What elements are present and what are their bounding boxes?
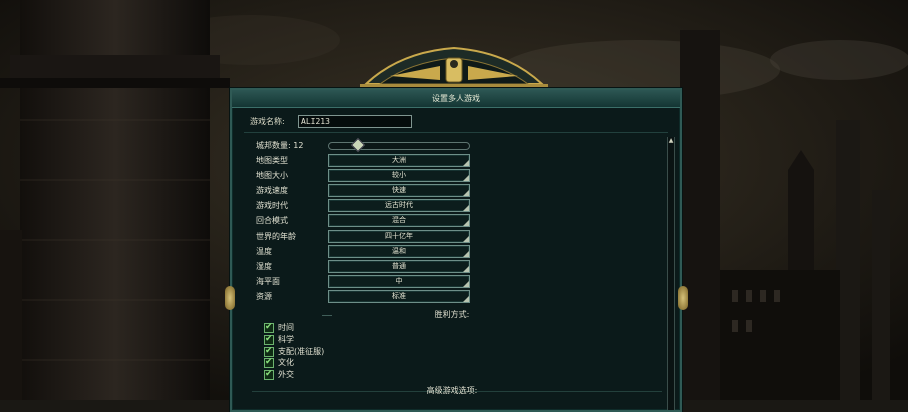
victory-label: 时间 (278, 323, 294, 332)
setting-dropdown[interactable]: 中 (328, 274, 470, 288)
panel-side-knob-right (678, 286, 688, 310)
setting-value: 普通 (392, 261, 406, 270)
checkmark-icon: ✔ (265, 345, 273, 356)
game-name-input[interactable]: ALI213 (298, 115, 412, 128)
victory-label: 外交 (278, 370, 294, 380)
dropdown-corner-icon (463, 265, 469, 272)
winged-emblem-ornament (360, 46, 548, 90)
dropdown-corner-icon (463, 235, 469, 242)
dialog-title: 设置多人游戏 (232, 90, 680, 108)
checkmark-icon: ✔ (265, 357, 273, 368)
dropdown-corner-icon (463, 205, 469, 212)
victory-conditions-header: 胜利方式: (434, 310, 470, 319)
victory-checkbox[interactable]: ✔ (264, 345, 274, 357)
panel-side-knob-left (225, 286, 235, 310)
dropdown-corner-icon (463, 190, 469, 197)
setting-value: 四十亿年 (385, 231, 413, 240)
setting-label: 温度 (256, 246, 272, 256)
setting-value: 中 (395, 276, 403, 285)
setting-dropdown[interactable]: 远古时代 (328, 199, 470, 213)
setting-label: 海平面 (256, 276, 280, 286)
dropdown-corner-icon (463, 160, 469, 166)
setting-value: 较小 (392, 171, 406, 180)
victory-checkbox[interactable]: ✔ (264, 333, 274, 345)
checkmark-icon: ✔ (265, 322, 273, 332)
setting-dropdown[interactable]: 大洲 (328, 154, 470, 167)
slider-thumb[interactable] (350, 137, 366, 153)
setting-dropdown[interactable]: 普通 (328, 259, 470, 273)
victory-label: 科学 (278, 334, 294, 344)
setting-label: 回合模式 (256, 216, 288, 226)
setting-dropdown[interactable]: 温和 (328, 244, 470, 258)
setting-dropdown[interactable]: 混合 (328, 214, 470, 228)
scrollbar[interactable]: ▲ (667, 137, 675, 410)
scroll-up-arrow-icon[interactable]: ▲ (667, 137, 675, 145)
setting-label: 湿度 (256, 261, 272, 271)
dropdown-corner-icon (463, 295, 469, 302)
victory-label: 支配(准征服) (278, 346, 325, 356)
setting-value: 远古时代 (385, 201, 413, 210)
civ-count-slider[interactable] (328, 137, 470, 153)
setting-label: 世界的年龄 (256, 231, 296, 241)
multiplayer-setup-dialog: 设置多人游戏 游戏名称: ALI213 ▲ 城邦数量: 12 地图类型 大洲地图大… (230, 88, 682, 412)
setting-value: 大洲 (392, 156, 406, 164)
setting-label: 资源 (256, 291, 272, 301)
checkmark-icon: ✔ (265, 369, 273, 380)
checkmark-icon: ✔ (265, 333, 273, 344)
victory-label: 文化 (278, 358, 294, 368)
setting-value: 混合 (392, 216, 406, 225)
dropdown-corner-icon (463, 220, 469, 227)
setting-label: 地图类型 (256, 156, 288, 165)
setting-label: 游戏速度 (256, 186, 288, 196)
setting-value: 标准 (392, 291, 406, 300)
victory-rule (322, 315, 332, 316)
setting-dropdown[interactable]: 快速 (328, 184, 470, 198)
setting-value: 快速 (392, 186, 406, 195)
civ-count-label: 城邦数量: 12 (256, 141, 304, 150)
setting-dropdown[interactable]: 四十亿年 (328, 229, 470, 243)
advanced-options-header: 高级游戏选项: (426, 386, 478, 395)
setting-label: 地图大小 (256, 171, 288, 181)
victory-checkbox[interactable]: ✔ (264, 357, 274, 369)
section-divider (244, 132, 668, 133)
game-name-label: 游戏名称: (250, 117, 285, 126)
victory-checkbox[interactable]: ✔ (264, 322, 274, 333)
setting-dropdown[interactable]: 较小 (328, 169, 470, 183)
dropdown-corner-icon (463, 280, 469, 287)
dropdown-corner-icon (463, 250, 469, 257)
dropdown-corner-icon (463, 175, 469, 182)
victory-checkbox[interactable]: ✔ (264, 369, 274, 381)
setting-label: 游戏时代 (256, 201, 288, 211)
setting-value: 温和 (392, 246, 406, 255)
setting-dropdown[interactable]: 标准 (328, 289, 470, 303)
